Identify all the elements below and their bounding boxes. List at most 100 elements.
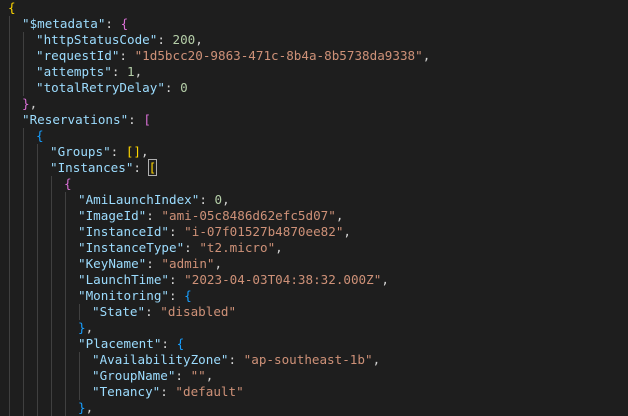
- code-line[interactable]: "Monitoring": {: [78, 288, 192, 304]
- json-key: "InstanceId": [78, 224, 169, 239]
- punctuation: :: [199, 192, 215, 207]
- json-key: "Tenancy": [92, 384, 161, 399]
- json-key: "$metadata": [22, 16, 106, 31]
- bracket: {: [8, 0, 16, 15]
- indent-guide: [37, 144, 38, 416]
- code-line[interactable]: "requestId": "1d5bcc20-9863-471c-8b4a-8b…: [36, 48, 430, 64]
- punctuation: :: [111, 64, 127, 79]
- json-string: "ami-05c8486d62efc5d07": [161, 208, 336, 223]
- json-key: "Reservations": [22, 112, 129, 127]
- bracket: {: [120, 16, 129, 31]
- punctuation: :: [164, 80, 181, 95]
- punctuation: ,: [335, 208, 344, 223]
- bracket: }: [78, 320, 86, 335]
- bracket: {: [184, 288, 192, 303]
- code-line[interactable]: "KeyName": "admin",: [78, 256, 222, 272]
- code-line[interactable]: "LaunchTime": "2023-04-03T04:38:32.000Z"…: [78, 272, 389, 288]
- json-key: "Monitoring": [78, 288, 169, 303]
- punctuation: ,: [205, 368, 214, 383]
- bracket: []: [125, 144, 142, 159]
- json-string: "": [190, 368, 206, 383]
- punctuation: :: [145, 304, 161, 319]
- code-line[interactable]: "Groups": [],: [50, 144, 149, 160]
- json-key: "httpStatusCode": [36, 32, 158, 47]
- json-key: "KeyName": [78, 256, 147, 271]
- punctuation: ,: [85, 400, 94, 415]
- punctuation: ,: [422, 48, 431, 63]
- code-line[interactable]: {: [64, 176, 72, 192]
- punctuation: :: [169, 272, 185, 287]
- indent-guide: [9, 16, 10, 416]
- code-line[interactable]: },: [78, 320, 93, 336]
- json-key: "totalRetryDelay": [36, 80, 165, 95]
- punctuation: :: [161, 336, 177, 351]
- code-line[interactable]: "httpStatusCode": 200,: [36, 32, 203, 48]
- json-key: "requestId": [36, 48, 120, 63]
- indent-guide: [23, 128, 24, 416]
- punctuation: :: [128, 112, 144, 127]
- code-line[interactable]: "totalRetryDelay": 0: [36, 80, 188, 96]
- punctuation: :: [169, 288, 185, 303]
- punctuation: ,: [85, 320, 94, 335]
- json-number: 1: [127, 64, 135, 79]
- bracket: {: [64, 176, 72, 191]
- punctuation: ,: [381, 272, 389, 287]
- json-string: "2023-04-03T04:38:32.000Z": [184, 272, 382, 287]
- punctuation: :: [146, 208, 162, 223]
- punctuation: :: [184, 240, 200, 255]
- code-line[interactable]: {: [36, 128, 44, 144]
- punctuation: ,: [141, 144, 149, 159]
- indent-guide: [65, 192, 66, 416]
- punctuation: :: [228, 352, 244, 367]
- bracket: {: [36, 128, 44, 143]
- code-line[interactable]: "State": "disabled": [92, 304, 236, 320]
- code-line[interactable]: "Tenancy": "default": [92, 384, 244, 400]
- code-line[interactable]: },: [22, 96, 37, 112]
- json-key: "GroupName": [92, 368, 176, 383]
- code-line[interactable]: "AvailabilityZone": "ap-southeast-1b",: [92, 352, 380, 368]
- code-line[interactable]: "Reservations": [: [22, 112, 151, 128]
- bracket: }: [78, 400, 86, 415]
- json-string: "disabled": [160, 304, 237, 319]
- indent-guide: [79, 304, 80, 320]
- code-line[interactable]: "InstanceType": "t2.micro",: [78, 240, 283, 256]
- json-key: "ImageId": [78, 208, 147, 223]
- punctuation: :: [146, 256, 162, 271]
- punctuation: ,: [372, 352, 381, 367]
- code-line[interactable]: "Placement": {: [78, 336, 184, 352]
- json-key: "Instances": [50, 160, 134, 175]
- code-line[interactable]: "Instances": [: [50, 159, 158, 176]
- code-line[interactable]: "$metadata": {: [22, 16, 128, 32]
- json-key: "attempts": [36, 64, 112, 79]
- code-line[interactable]: "ImageId": "ami-05c8486d62efc5d07",: [78, 208, 343, 224]
- punctuation: :: [110, 144, 126, 159]
- json-string: "admin": [161, 256, 215, 271]
- code-line[interactable]: },: [78, 400, 93, 416]
- punctuation: :: [119, 48, 135, 63]
- code-editor[interactable]: {"$metadata": {"httpStatusCode": 200, "re…: [0, 0, 628, 416]
- punctuation: ,: [275, 240, 283, 255]
- punctuation: :: [157, 32, 173, 47]
- code-line[interactable]: "attempts": 1,: [36, 64, 142, 80]
- json-string: "i-07f01527b4870ee82": [184, 224, 344, 239]
- indent-guide: [23, 32, 24, 96]
- code-line[interactable]: "AmiLaunchIndex": 0,: [78, 192, 230, 208]
- json-key: "AvailabilityZone": [92, 352, 229, 367]
- punctuation: :: [133, 160, 149, 175]
- json-key: "LaunchTime": [78, 272, 169, 287]
- text-cursor: [156, 160, 158, 174]
- json-string: "ap-southeast-1b": [243, 352, 373, 367]
- json-key: "Groups": [50, 144, 111, 159]
- code-line[interactable]: {: [8, 0, 16, 16]
- json-string: "t2.micro": [199, 240, 276, 255]
- punctuation: ,: [343, 224, 351, 239]
- punctuation: ,: [134, 64, 143, 79]
- json-key: "InstanceType": [78, 240, 185, 255]
- punctuation: :: [169, 224, 185, 239]
- json-key: "State": [92, 304, 146, 319]
- code-line[interactable]: "GroupName": "",: [92, 368, 213, 384]
- code-line[interactable]: "InstanceId": "i-07f01527b4870ee82",: [78, 224, 351, 240]
- punctuation: ,: [29, 96, 38, 111]
- punctuation: :: [105, 16, 121, 31]
- json-key: "Placement": [78, 336, 162, 351]
